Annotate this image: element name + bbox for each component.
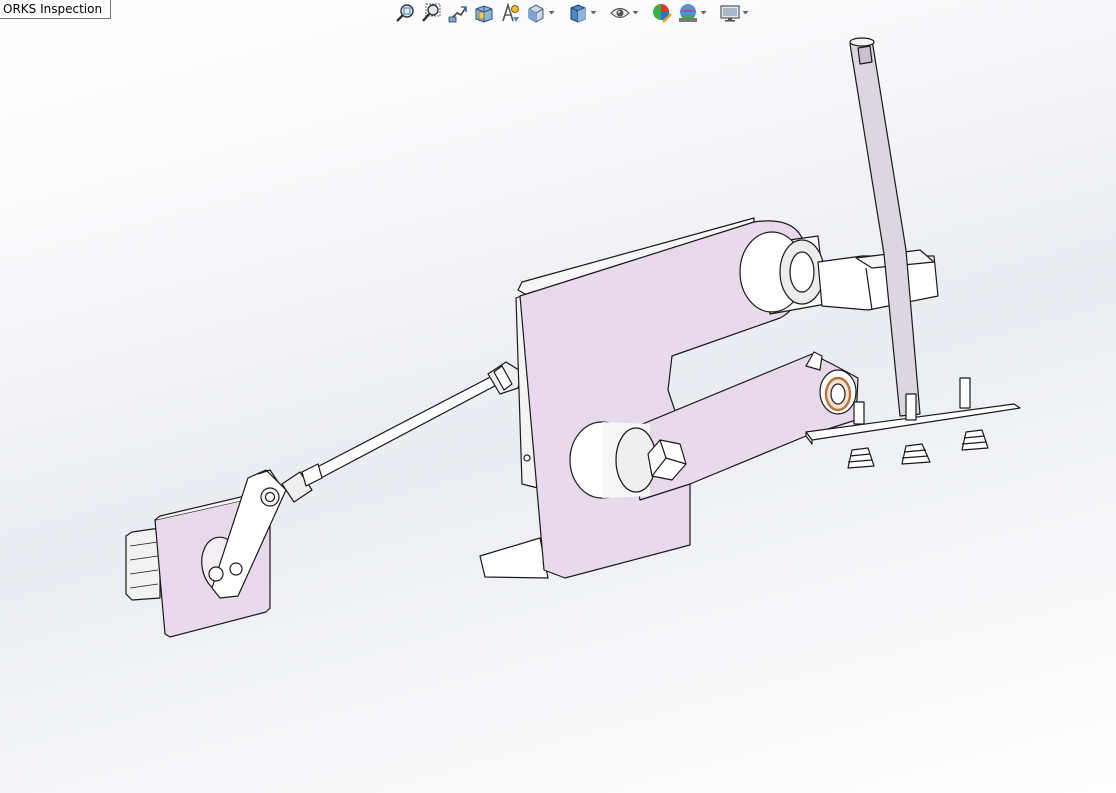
graphics-area[interactable]	[0, 0, 1116, 793]
upper-hub[interactable]	[739, 231, 827, 315]
suction-cup	[901, 393, 931, 465]
vertical-shaft[interactable]	[849, 37, 921, 417]
shaft-clamp[interactable]	[817, 249, 939, 311]
cad-assembly-model[interactable]	[125, 37, 1021, 638]
connecting-rod[interactable]	[281, 361, 523, 503]
